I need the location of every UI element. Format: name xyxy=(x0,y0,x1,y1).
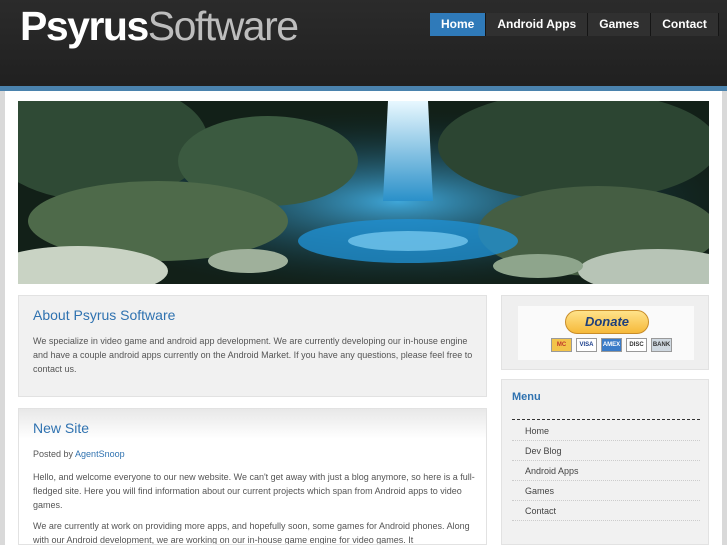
menu-title: Menu xyxy=(512,391,541,403)
bank-icon: BANK xyxy=(651,338,672,352)
about-section: About Psyrus Software We specialize in v… xyxy=(18,295,487,397)
logo-text-primary: Psyrus xyxy=(20,3,149,49)
sidebar-item-android-apps[interactable]: Android Apps xyxy=(512,461,700,481)
post-byline: Posted by AgentSnoop xyxy=(33,449,125,459)
sidebar-item-dev-blog[interactable]: Dev Blog xyxy=(512,441,700,461)
post-title[interactable]: New Site xyxy=(33,420,89,436)
nav-android-apps[interactable]: Android Apps xyxy=(486,13,589,36)
nav-contact[interactable]: Contact xyxy=(651,13,719,36)
post-header-bg xyxy=(19,409,486,439)
post-paragraph: Hello, and welcome everyone to our new w… xyxy=(33,472,475,510)
sidebar-item-home[interactable]: Home xyxy=(512,421,700,441)
mastercard-icon: MC xyxy=(551,338,572,352)
amex-icon: AMEX xyxy=(601,338,622,352)
sidebar-item-games[interactable]: Games xyxy=(512,481,700,501)
blog-post: New Site Posted by AgentSnoop Hello, and… xyxy=(18,408,487,545)
site-header: PsyrusSoftware Home Android Apps Games C… xyxy=(0,0,727,86)
logo-text-secondary: Software xyxy=(147,3,299,49)
donate-panel: Donate MC VISA AMEX DISC BANK xyxy=(518,306,694,360)
post-paragraph: We are currently at work on providing mo… xyxy=(33,521,470,545)
posted-by-label: Posted by xyxy=(33,449,74,459)
donate-button[interactable]: Donate xyxy=(565,310,649,334)
about-body: We specialize in video game and android … xyxy=(33,336,473,374)
menu-divider xyxy=(512,419,700,420)
visa-icon: VISA xyxy=(576,338,597,352)
discover-icon: DISC xyxy=(626,338,647,352)
nav-games[interactable]: Games xyxy=(588,13,652,36)
sidebar-menu: Menu Home Dev Blog Android Apps Games Co… xyxy=(501,379,709,545)
main-nav: Home Android Apps Games Contact xyxy=(430,13,719,36)
menu-list: Home Dev Blog Android Apps Games Contact xyxy=(512,421,700,521)
donate-widget: Donate MC VISA AMEX DISC BANK xyxy=(501,295,709,370)
sidebar-item-contact[interactable]: Contact xyxy=(512,501,700,521)
about-title: About Psyrus Software xyxy=(33,307,176,323)
author-link[interactable]: AgentSnoop xyxy=(75,449,125,459)
site-logo[interactable]: PsyrusSoftware xyxy=(20,3,299,49)
banner-image xyxy=(18,101,709,284)
payment-cards: MC VISA AMEX DISC BANK xyxy=(551,338,672,352)
nav-home[interactable]: Home xyxy=(430,13,487,36)
waterfall-illustration xyxy=(18,101,709,284)
